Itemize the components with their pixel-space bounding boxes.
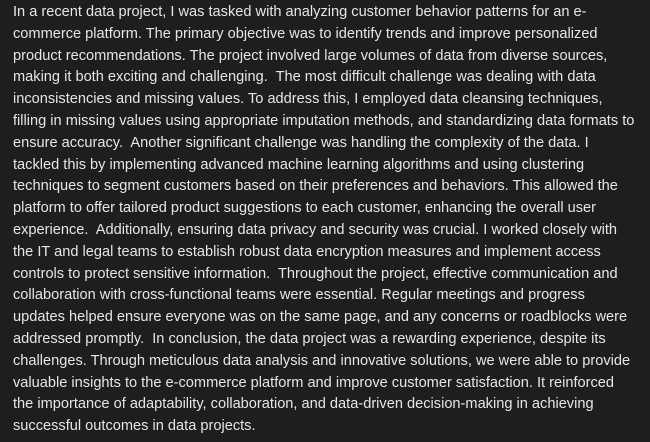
response-text: In a recent data project, I was tasked w… — [13, 4, 639, 435]
